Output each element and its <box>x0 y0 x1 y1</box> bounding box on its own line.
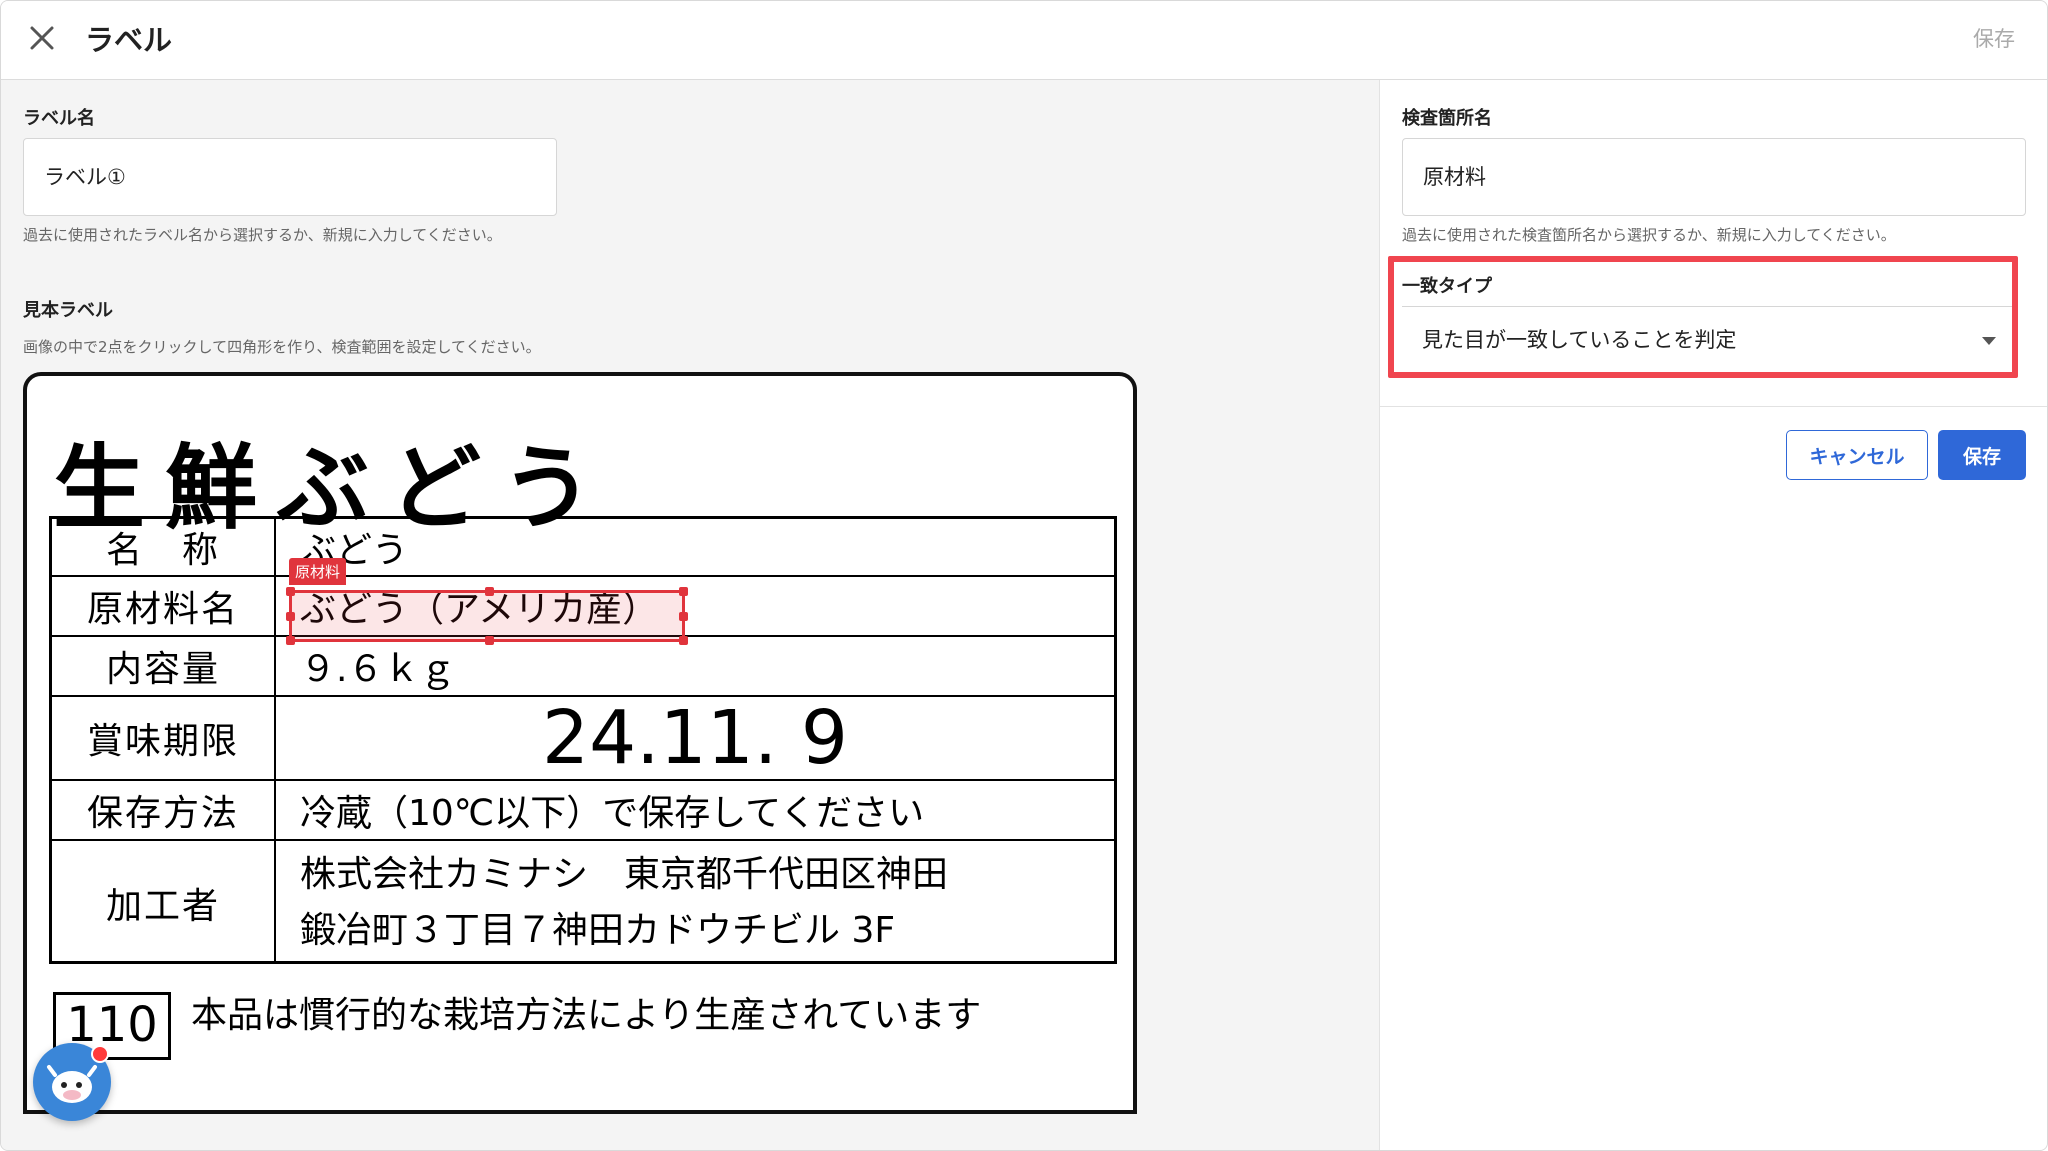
app-window: ラベル 保存 ラベル名 ラベル① 過去に使用されたラベル名から選択するか、新規に… <box>0 0 2048 1151</box>
resize-handle[interactable] <box>679 636 688 645</box>
row-head: 賞味期限 <box>52 697 276 779</box>
row-head: 内容量 <box>52 637 276 695</box>
row-head: 加工者 <box>52 841 276 964</box>
left-pane: ラベル名 ラベル① 過去に使用されたラベル名から選択するか、新規に入力してくださ… <box>1 80 1379 1150</box>
inspection-name-help: 過去に使用された検査箇所名から選択するか、新規に入力してください。 <box>1402 226 1896 244</box>
resize-handle[interactable] <box>679 587 688 596</box>
selection-box[interactable] <box>286 587 688 645</box>
sample-label-image[interactable]: 生鮮ぶどう 名 称 ぶどう 原材料名 ぶどう（アメリカ産） 内容量 ９.６ｋｇ … <box>23 372 1137 1114</box>
label-name-input[interactable]: ラベル① <box>23 138 557 216</box>
label-name-label: ラベル名 <box>23 108 95 129</box>
image-table: 名 称 ぶどう 原材料名 ぶどう（アメリカ産） 内容量 ９.６ｋｇ 賞味期限 2… <box>49 516 1117 964</box>
assistant-mascot-icon[interactable] <box>33 1043 111 1121</box>
resize-handle[interactable] <box>485 636 494 645</box>
right-pane: 検査箇所名 原材料 過去に使用された検査箇所名から選択するか、新規に入力してくだ… <box>1379 80 2047 1150</box>
chevron-down-icon <box>1982 337 1996 345</box>
row-head: 名 称 <box>52 519 276 575</box>
close-icon[interactable] <box>27 23 57 53</box>
resize-handle[interactable] <box>286 612 295 621</box>
resize-handle[interactable] <box>286 587 295 596</box>
sample-label-help: 画像の中で2点をクリックして四角形を作り、検査範囲を設定してください。 <box>23 338 541 356</box>
save-button[interactable]: 保存 <box>1938 430 2026 480</box>
divider <box>1380 406 2047 407</box>
resize-handle[interactable] <box>679 612 688 621</box>
notification-dot <box>91 1045 109 1063</box>
table-row: 内容量 ９.６ｋｇ <box>52 637 1114 697</box>
resize-handle[interactable] <box>286 636 295 645</box>
sample-label-label: 見本ラベル <box>23 300 113 321</box>
row-value-line: 株式会社カミナシ 東京都千代田区神田 <box>300 853 949 895</box>
row-head: 原材料名 <box>52 577 276 635</box>
row-value-line: 鍛冶町３丁目７神田カドウチビル 3F <box>300 909 896 951</box>
image-footer-text: 本品は慣行的な栽培方法により生産されています <box>191 995 982 1036</box>
match-type-label: 一致タイプ <box>1402 276 1492 297</box>
resize-handle[interactable] <box>485 587 494 596</box>
header: ラベル 保存 <box>1 1 2047 80</box>
label-name-help: 過去に使用されたラベル名から選択するか、新規に入力してください。 <box>23 226 502 244</box>
match-type-select[interactable]: 見た目が一致していることを判定 <box>1402 306 2012 372</box>
row-value: 株式会社カミナシ 東京都千代田区神田 鍛冶町３丁目７神田カドウチビル 3F <box>300 841 948 964</box>
table-row: 保存方法 冷蔵（10℃以下）で保存してください <box>52 781 1114 841</box>
row-value: ９.６ｋｇ <box>300 649 456 690</box>
cancel-button[interactable]: キャンセル <box>1786 430 1928 480</box>
row-value: 24.11. 9 <box>542 695 848 781</box>
page-title: ラベル <box>85 23 173 57</box>
selection-tag: 原材料 <box>289 558 347 585</box>
row-head: 保存方法 <box>52 781 276 839</box>
row-value: 冷蔵（10℃以下）で保存してください <box>300 793 925 834</box>
match-type-value: 見た目が一致していることを判定 <box>1422 328 1737 352</box>
header-save-button[interactable]: 保存 <box>1973 23 2015 53</box>
table-row: 名 称 ぶどう <box>52 519 1114 577</box>
table-row: 加工者 株式会社カミナシ 東京都千代田区神田 鍛冶町３丁目７神田カドウチビル 3… <box>52 841 1114 964</box>
table-row: 賞味期限 24.11. 9 <box>52 695 1114 781</box>
inspection-name-input[interactable]: 原材料 <box>1402 138 2026 216</box>
inspection-name-label: 検査箇所名 <box>1402 108 1492 129</box>
